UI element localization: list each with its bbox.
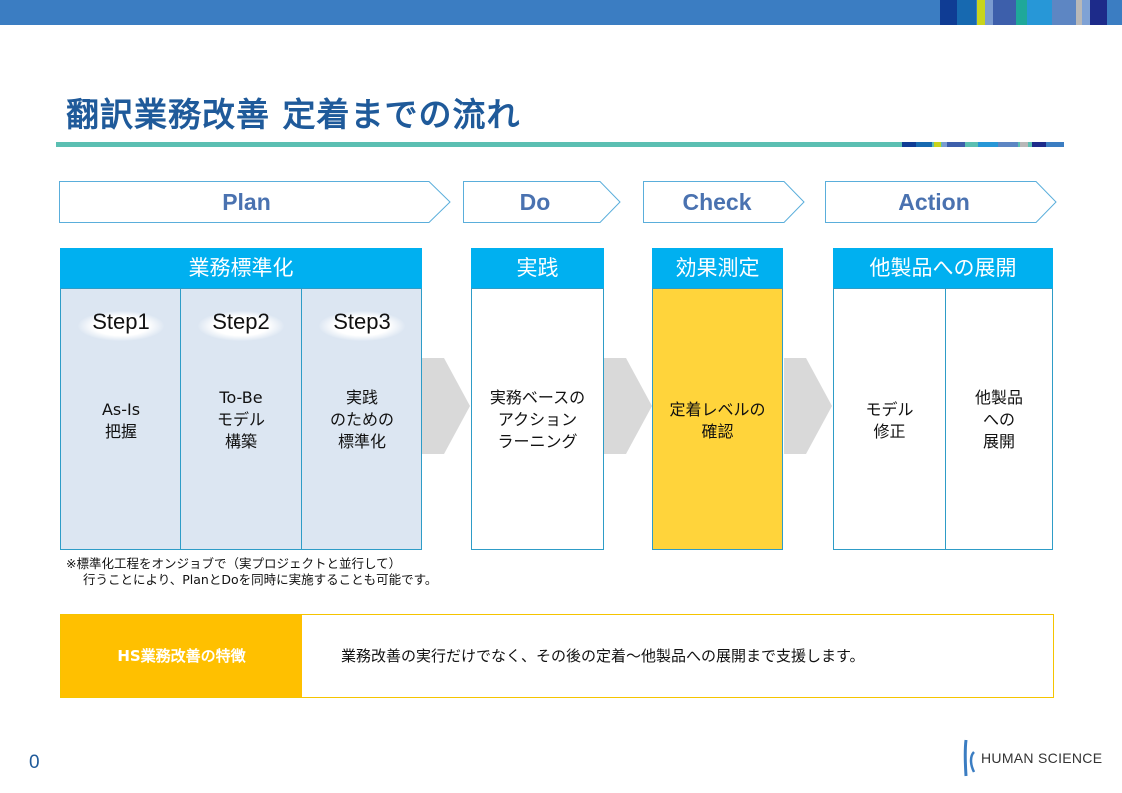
company-logo: HUMAN SCIENCE (962, 738, 1102, 778)
text-line: 標準化 (337, 432, 386, 451)
underline-stripe (947, 142, 965, 147)
feature-box: HS業務改善の特徴 業務改善の実行だけでなく、その後の定着～他製品への展開まで支… (60, 614, 1054, 698)
action-text: 他製品 への 展開 (946, 387, 1052, 453)
text-line: アクション (497, 410, 578, 429)
underline-stripe (916, 142, 932, 147)
do-text: 実務ベースの アクション ラーニング (472, 387, 603, 453)
text-line: 他製品 (974, 388, 1023, 407)
chevron-right-icon (604, 358, 652, 454)
text-line: 定着レベルの (669, 400, 766, 419)
action-text: モデル 修正 (834, 399, 945, 443)
feature-label: HS業務改善の特徴 (61, 615, 302, 697)
banner-stripe (1090, 0, 1107, 25)
banner-stripe (1027, 0, 1052, 25)
text-line: モデル (865, 400, 914, 419)
underline-stripe (934, 142, 941, 147)
underline-stripe (1046, 142, 1064, 147)
phase-action: Action (825, 181, 1057, 223)
do-card-heading: 実践 (471, 248, 604, 288)
step-text: To-Be モデル 構築 (181, 387, 301, 453)
underline-stripe (998, 142, 1018, 147)
footnote: ※標準化工程をオンジョブで（実プロジェクトと並行して） 行うことにより、Plan… (66, 556, 437, 588)
page-number: 0 (29, 752, 40, 773)
do-card-body: 実務ベースの アクション ラーニング (471, 288, 604, 550)
text-line: のための (329, 410, 394, 429)
text-line: 実践 (345, 388, 378, 407)
text-line: 展開 (982, 432, 1015, 451)
banner-stripe (957, 0, 976, 25)
phase-check: Check (643, 181, 805, 223)
page-title: 翻訳業務改善 定着までの流れ (66, 95, 521, 134)
underline-stripe (1032, 142, 1046, 147)
text-line: ラーニング (497, 432, 578, 451)
banner-stripe (977, 0, 985, 25)
step-label: Step1 (92, 309, 150, 334)
chevron-right-icon (422, 358, 470, 454)
step-label: Step2 (212, 309, 270, 334)
banner-stripe (993, 0, 1016, 25)
footnote-line: ※標準化工程をオンジョブで（実プロジェクトと並行して） (66, 556, 402, 571)
phase-label: Action (898, 189, 970, 215)
text-line: 実務ベースの (489, 388, 586, 407)
top-banner (0, 0, 1122, 25)
plan-card-body: Step1 As-Is 把握 Step2 To-Be モデル 構築 Step3 … (60, 288, 422, 550)
phase-do: Do (463, 181, 621, 223)
action-column: 他製品 への 展開 (945, 289, 1052, 549)
phase-label: Check (682, 189, 752, 215)
text-line: As-Is (101, 400, 141, 419)
banner-stripe (985, 0, 993, 25)
phase-label: Plan (222, 189, 271, 215)
check-card-heading: 効果測定 (652, 248, 783, 288)
footnote-line: 行うことにより、PlanとDoを同時に実施することも可能です。 (83, 572, 438, 587)
feature-text: 業務改善の実行だけでなく、その後の定着～他製品への展開まで支援します。 (341, 647, 865, 665)
chevron-right-icon (784, 358, 832, 454)
step-label: Step3 (333, 309, 391, 334)
banner-stripe (1052, 0, 1076, 25)
underline-stripe (902, 142, 916, 147)
step-column: Step1 As-Is 把握 (61, 289, 181, 549)
banner-stripe (1016, 0, 1027, 25)
underline-stripe (1020, 142, 1028, 147)
text-line: 修正 (873, 422, 906, 441)
banner-stripe (1082, 0, 1090, 25)
text-line: モデル (216, 410, 265, 429)
logo-text: HUMAN SCIENCE (981, 750, 1103, 766)
logo-mark-icon (963, 739, 976, 777)
plan-card-heading: 業務標準化 (60, 248, 422, 288)
check-text: 定着レベルの 確認 (653, 399, 782, 443)
step-column: Step3 実践 のための 標準化 (301, 289, 422, 549)
underline-stripe (978, 142, 998, 147)
step-text: 実践 のための 標準化 (302, 387, 422, 453)
phase-label: Do (519, 189, 551, 215)
step-text: As-Is 把握 (61, 399, 181, 443)
text-line: 確認 (701, 422, 734, 441)
action-card-heading: 他製品への展開 (833, 248, 1053, 288)
step-column: Step2 To-Be モデル 構築 (180, 289, 301, 549)
text-line: To-Be (219, 388, 263, 407)
banner-stripe (940, 0, 957, 25)
action-card-body: モデル 修正 他製品 への 展開 (833, 288, 1053, 550)
phase-plan: Plan (59, 181, 451, 223)
action-column: モデル 修正 (834, 289, 945, 549)
check-card-body: 定着レベルの 確認 (652, 288, 783, 550)
text-line: 把握 (104, 422, 137, 441)
text-line: 構築 (224, 432, 257, 451)
text-line: への (982, 410, 1015, 429)
